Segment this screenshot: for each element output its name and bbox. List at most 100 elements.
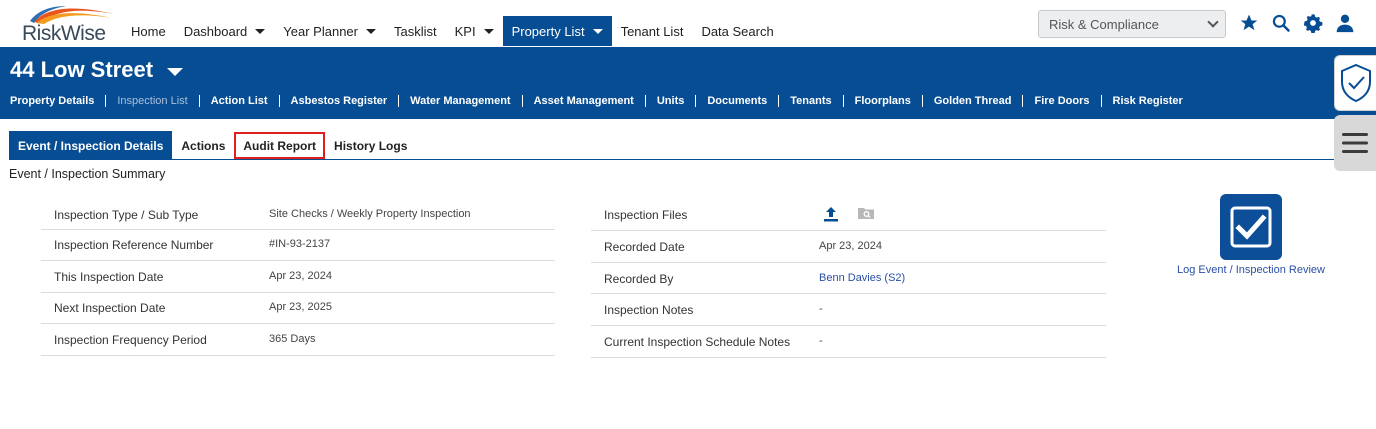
- nav-home-label: Home: [131, 23, 166, 39]
- table-row: Inspection Files: [591, 198, 1106, 231]
- inspection-tabs: Event / Inspection Details Actions Audit…: [9, 131, 416, 160]
- star-icon[interactable]: [1238, 12, 1260, 34]
- subnav-documents[interactable]: Documents: [695, 95, 778, 107]
- subnav-asbestos-register[interactable]: Asbestos Register: [278, 95, 399, 107]
- subnav-golden-thread[interactable]: Golden Thread: [921, 95, 1023, 107]
- nav-tasklist-label: Tasklist: [393, 23, 437, 39]
- subnav-asset-management[interactable]: Asset Management: [521, 95, 645, 107]
- caret-down-icon: [365, 28, 376, 34]
- row-label: Inspection Frequency Period: [54, 333, 207, 347]
- log-review-label: Log Event / Inspection Review: [1177, 264, 1325, 276]
- subnav-risk-register[interactable]: Risk Register: [1100, 95, 1194, 107]
- tab-history-logs[interactable]: History Logs: [325, 131, 416, 160]
- subnav-water-management[interactable]: Water Management: [398, 95, 521, 107]
- nav-year-planner-label: Year Planner: [283, 23, 358, 39]
- table-row: Recorded Date Apr 23, 2024: [591, 231, 1106, 263]
- subnav-floorplans[interactable]: Floorplans: [842, 95, 922, 107]
- row-value: -: [819, 335, 823, 347]
- tab-audit-report[interactable]: Audit Report: [234, 132, 326, 159]
- tab-label: Event / Inspection Details: [18, 138, 164, 153]
- nav-home[interactable]: Home: [122, 16, 175, 46]
- caret-down-icon: [592, 28, 603, 34]
- riskwise-logo[interactable]: RiskWise: [22, 4, 114, 45]
- row-label: This Inspection Date: [54, 270, 164, 284]
- compliance-shield-button[interactable]: [1334, 55, 1376, 111]
- row-label: Inspection Notes: [604, 303, 694, 317]
- row-value: Apr 23, 2025: [269, 301, 332, 313]
- table-row: Inspection Frequency Period 365 Days: [41, 324, 555, 356]
- checkmark-icon: [1230, 206, 1272, 248]
- nav-tenant-list-label: Tenant List: [620, 23, 684, 39]
- subnav-fire-doors[interactable]: Fire Doors: [1022, 95, 1100, 107]
- row-value: Apr 23, 2024: [819, 240, 882, 252]
- property-title[interactable]: 44 Low Street: [10, 57, 184, 83]
- shield-check-icon: [1340, 63, 1371, 103]
- header-icons: [1238, 12, 1356, 34]
- caret-down-icon: [167, 68, 184, 76]
- nav-year-planner[interactable]: Year Planner: [274, 16, 385, 46]
- top-bar: RiskWise Home Dashboard Year Planner Tas…: [0, 0, 1376, 47]
- module-select[interactable]: Risk & Compliance: [1038, 10, 1226, 38]
- subnav-inspection-list[interactable]: Inspection List: [105, 95, 198, 107]
- nav-data-search-label: Data Search: [701, 23, 774, 39]
- tab-event-inspection-details[interactable]: Event / Inspection Details: [9, 131, 173, 160]
- subnav-tenants[interactable]: Tenants: [778, 95, 842, 107]
- table-row: Next Inspection Date Apr 23, 2025: [41, 293, 555, 324]
- table-row: Recorded By Benn Davies (S2): [591, 263, 1106, 294]
- chevron-down-icon: [1207, 16, 1219, 28]
- table-row: Inspection Reference Number #IN-93-2137: [41, 230, 555, 261]
- search-icon[interactable]: [1270, 12, 1292, 34]
- row-value: 365 Days: [269, 333, 316, 345]
- nav-data-search[interactable]: Data Search: [692, 16, 782, 46]
- main-nav: Home Dashboard Year Planner Tasklist KPI…: [122, 16, 783, 46]
- tab-label: Actions: [181, 138, 226, 153]
- log-review-button[interactable]: Log Event / Inspection Review: [1170, 194, 1332, 276]
- row-value: #IN-93-2137: [269, 238, 331, 250]
- subnav-property-details[interactable]: Property Details: [10, 95, 105, 107]
- property-subnav: Property Details Inspection List Action …: [10, 95, 1194, 107]
- row-label: Current Inspection Schedule Notes: [604, 335, 791, 349]
- caret-down-icon: [255, 28, 266, 34]
- logo-wordmark: RiskWise: [22, 22, 106, 45]
- table-row: Inspection Type / Sub Type Site Checks /…: [41, 198, 555, 230]
- recorded-by-link[interactable]: Benn Davies (S2): [819, 272, 905, 284]
- nav-dashboard[interactable]: Dashboard: [175, 16, 275, 46]
- folder-search-icon[interactable]: [857, 206, 875, 225]
- nav-property-list[interactable]: Property List: [502, 16, 612, 46]
- row-label: Recorded Date: [604, 240, 685, 254]
- checkmark-box: [1220, 194, 1282, 260]
- row-value: Site Checks / Weekly Property Inspection: [269, 208, 471, 220]
- tab-label: Audit Report: [243, 138, 317, 153]
- nav-property-list-label: Property List: [511, 23, 585, 39]
- module-select-value: Risk & Compliance: [1049, 17, 1159, 32]
- property-title-text: 44 Low Street: [10, 57, 154, 82]
- nav-tasklist[interactable]: Tasklist: [385, 16, 446, 46]
- table-row: Current Inspection Schedule Notes -: [591, 326, 1106, 358]
- nav-tenant-list[interactable]: Tenant List: [612, 16, 693, 46]
- upload-file-icon[interactable]: [822, 205, 840, 228]
- user-icon[interactable]: [1334, 12, 1356, 34]
- table-row: This Inspection Date Apr 23, 2024: [41, 261, 555, 293]
- subnav-units[interactable]: Units: [644, 95, 696, 107]
- hamburger-menu-icon: [1342, 133, 1368, 153]
- row-value: -: [819, 303, 823, 315]
- tab-underline: [9, 159, 1334, 160]
- logo-swoosh-icon: [30, 6, 114, 24]
- tab-label: History Logs: [334, 138, 408, 153]
- inspection-details-left: Inspection Type / Sub Type Site Checks /…: [41, 198, 555, 356]
- nav-kpi[interactable]: KPI: [446, 16, 503, 46]
- row-label: Inspection Type / Sub Type: [54, 208, 199, 222]
- side-menu-button[interactable]: [1334, 115, 1376, 171]
- tab-actions[interactable]: Actions: [172, 131, 234, 160]
- gear-icon[interactable]: [1302, 12, 1324, 34]
- inspection-details-right: Inspection Files Recorded Date Apr 23, 2…: [591, 198, 1106, 358]
- section-title: Event / Inspection Summary: [9, 167, 166, 181]
- row-value: Apr 23, 2024: [269, 270, 332, 282]
- row-label: Inspection Files: [604, 208, 688, 222]
- nav-dashboard-label: Dashboard: [183, 23, 248, 39]
- row-label: Next Inspection Date: [54, 301, 166, 315]
- nav-kpi-label: KPI: [454, 23, 476, 39]
- subnav-action-list[interactable]: Action List: [198, 95, 279, 107]
- row-label: Recorded By: [604, 272, 674, 286]
- table-row: Inspection Notes -: [591, 294, 1106, 326]
